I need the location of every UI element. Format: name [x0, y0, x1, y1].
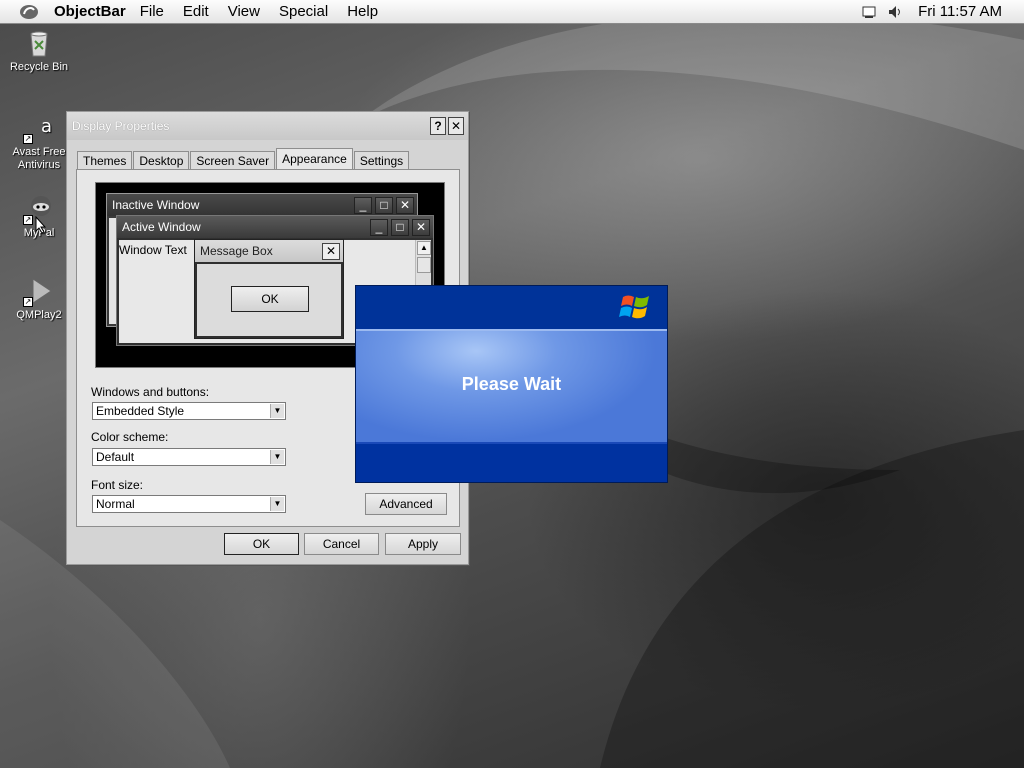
tab-strip: Themes Desktop Screen Saver Appearance S… [77, 148, 410, 170]
please-wait-dialog: Please Wait [355, 285, 668, 483]
preview-message-titlebar: Message Box ✕ [195, 240, 343, 262]
menu-file[interactable]: File [140, 3, 164, 20]
preview-message-box: Message Box ✕ OK [194, 239, 344, 339]
desktop-icon-label: Recycle Bin [9, 61, 69, 73]
menu-special[interactable]: Special [279, 3, 328, 20]
tab-appearance[interactable]: Appearance [276, 148, 353, 170]
font-size-label: Font size: [91, 478, 144, 492]
cancel-button[interactable]: Cancel [304, 533, 379, 555]
tab-desktop[interactable]: Desktop [133, 151, 190, 170]
volume-tray-icon[interactable] [886, 4, 904, 20]
close-icon: ✕ [412, 218, 430, 236]
desktop-icon-label: QMPlay2 [16, 309, 62, 321]
please-wait-bottom-band [356, 442, 667, 482]
shortcut-arrow-icon: ↗ [23, 215, 33, 225]
maximize-icon: □ [391, 218, 409, 236]
font-size-select[interactable]: Normal ▼ [92, 495, 286, 513]
desktop-icon-recycle-bin[interactable]: Recycle Bin [4, 27, 74, 74]
menu-bar: ObjectBar File Edit View Special Help Fr… [0, 0, 1024, 24]
dialog-titlebar[interactable]: Display Properties ? ✕ [67, 112, 468, 140]
preview-active-titlebar: Active Window _ □ ✕ [117, 216, 433, 238]
apply-button[interactable]: Apply [385, 533, 461, 555]
please-wait-message: Please Wait [461, 374, 562, 394]
mouse-cursor-icon [35, 216, 47, 234]
color-scheme-select[interactable]: Default ▼ [92, 448, 286, 466]
recycle-bin-icon [23, 27, 55, 59]
menu-edit[interactable]: Edit [183, 3, 209, 20]
color-scheme-label: Color scheme: [91, 430, 169, 444]
windows-buttons-select[interactable]: Embedded Style ▼ [92, 402, 286, 420]
menu-view[interactable]: View [228, 3, 260, 20]
preview-ok-button: OK [231, 286, 309, 312]
menu-help[interactable]: Help [347, 3, 378, 20]
desktop-icon-avast[interactable]: a ↗ Avast Free Antivirus [4, 112, 74, 172]
font-size-value: Normal [96, 497, 135, 511]
color-scheme-value: Default [96, 450, 135, 464]
maximize-icon: □ [375, 196, 393, 214]
dialog-title: Display Properties [72, 119, 170, 133]
avast-icon: a ↗ [23, 112, 55, 144]
help-button[interactable]: ? [430, 117, 446, 135]
windows-logo-icon [619, 295, 649, 319]
desktop-icon-qmplay2[interactable]: ↗ QMPlay2 [4, 275, 74, 322]
close-icon: ✕ [322, 242, 340, 260]
windows-buttons-label: Windows and buttons: [91, 385, 210, 399]
preview-message-body: OK [197, 264, 341, 336]
scroll-thumb [417, 257, 431, 273]
network-tray-icon[interactable] [860, 4, 878, 20]
svg-text:a: a [41, 116, 52, 137]
close-icon: ✕ [396, 196, 414, 214]
ok-button[interactable]: OK [224, 533, 299, 555]
dropdown-arrow-icon: ▼ [270, 450, 284, 464]
shortcut-arrow-icon: ↗ [23, 134, 33, 144]
windows-buttons-value: Embedded Style [96, 404, 185, 418]
scroll-up-icon: ▲ [417, 241, 431, 255]
close-button[interactable]: ✕ [448, 117, 464, 135]
objectbar-logo-icon[interactable] [14, 0, 44, 24]
desktop-icon-label: Avast Free Antivirus [12, 146, 66, 171]
tab-settings[interactable]: Settings [353, 151, 410, 170]
clock[interactable]: Fri 11:57 AM [918, 3, 1002, 20]
qmplay2-icon: ↗ [23, 275, 55, 307]
tab-screen-saver[interactable]: Screen Saver [190, 151, 276, 170]
dropdown-arrow-icon: ▼ [270, 497, 284, 511]
dropdown-arrow-icon: ▼ [270, 404, 284, 418]
minimize-icon: _ [354, 196, 372, 214]
advanced-button[interactable]: Advanced [365, 493, 447, 515]
tab-themes[interactable]: Themes [77, 151, 133, 170]
preview-active-title: Active Window [122, 220, 201, 234]
preview-message-title: Message Box [200, 244, 273, 258]
menu-app-name[interactable]: ObjectBar [54, 3, 126, 20]
minimize-icon: _ [370, 218, 388, 236]
preview-inactive-titlebar: Inactive Window _ □ ✕ [107, 194, 417, 216]
shortcut-arrow-icon: ↗ [23, 297, 33, 307]
preview-window-text: Window Text [119, 243, 187, 257]
preview-inactive-title: Inactive Window [112, 198, 200, 212]
